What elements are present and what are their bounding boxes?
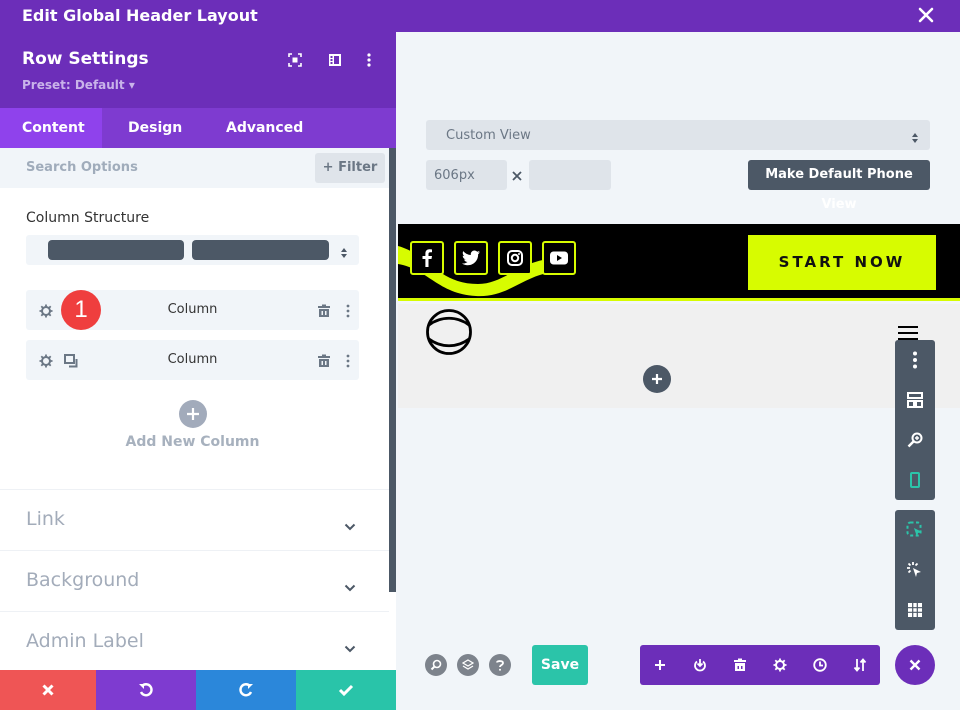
updown-arrows-icon	[340, 244, 348, 258]
cancel-button[interactable]	[0, 670, 96, 710]
view-mode-select[interactable]: Custom View	[426, 120, 930, 150]
plus-icon	[652, 374, 662, 384]
trash-icon[interactable]	[317, 353, 331, 367]
add-column-label[interactable]: Add New Column	[0, 434, 385, 450]
logo-icon	[426, 309, 472, 355]
trash-icon[interactable]	[317, 303, 331, 317]
make-default-phone-view-button[interactable]: Make Default Phone View	[748, 160, 930, 212]
view-mode-value: Custom View	[446, 128, 531, 143]
close-icon	[42, 684, 54, 696]
layers-icon	[462, 659, 474, 670]
site-header-preview[interactable]: START NOW	[398, 224, 960, 301]
panel-scrollbar[interactable]	[389, 148, 396, 592]
column-block	[192, 240, 329, 260]
more-vertical-icon[interactable]	[341, 353, 355, 368]
hamburger-menu-icon[interactable]	[898, 326, 918, 340]
section-label: Background	[26, 569, 140, 591]
help-icon	[496, 660, 504, 671]
phone-view-icon[interactable]	[895, 460, 935, 500]
chevron-down-icon	[344, 577, 356, 592]
search-button[interactable]	[425, 654, 447, 676]
section-background[interactable]: Background	[0, 550, 389, 611]
add-column-button[interactable]	[179, 400, 207, 428]
page-toolbar	[640, 645, 880, 685]
chevron-down-icon	[344, 638, 356, 653]
more-vertical-icon[interactable]	[341, 303, 355, 318]
sidebar-icon[interactable]	[327, 52, 343, 68]
more-vertical-icon[interactable]	[361, 52, 377, 68]
trash-icon[interactable]	[720, 645, 760, 685]
select-area-icon[interactable]	[895, 510, 935, 550]
facebook-icon[interactable]	[410, 241, 444, 275]
selection-toolbar	[895, 510, 935, 630]
chevron-down-icon	[344, 516, 356, 531]
redo-button[interactable]	[196, 670, 296, 710]
filter-button[interactable]: + Filter	[315, 153, 385, 183]
width-input[interactable]: 606px	[426, 160, 507, 190]
search-icon	[430, 659, 442, 671]
section-admin-label[interactable]: Admin Label	[0, 611, 389, 672]
click-mode-icon[interactable]	[895, 550, 935, 590]
youtube-icon[interactable]	[542, 241, 576, 275]
instagram-icon[interactable]	[498, 241, 532, 275]
window-titlebar: Edit Global Header Layout	[0, 0, 960, 32]
help-button[interactable]	[489, 654, 511, 676]
start-now-button[interactable]: START NOW	[748, 235, 936, 290]
window-title: Edit Global Header Layout	[22, 6, 258, 25]
twitter-icon[interactable]	[454, 241, 488, 275]
search-input[interactable]: Search Options	[26, 160, 138, 175]
height-input[interactable]	[529, 160, 611, 190]
preset-dropdown[interactable]: Preset: Default ▾	[22, 78, 135, 92]
panel-tabs: Content Design Advanced	[0, 108, 396, 148]
save-changes-button[interactable]	[296, 670, 396, 710]
column-label: Column	[167, 352, 218, 367]
close-icon	[909, 659, 921, 671]
expand-icon[interactable]	[287, 52, 303, 68]
wireframe-view-icon[interactable]	[895, 380, 935, 420]
section-link[interactable]: Link	[0, 489, 389, 550]
history-icon[interactable]	[800, 645, 840, 685]
section-label: Link	[26, 508, 65, 530]
panel-title: Row Settings	[22, 49, 149, 69]
exit-builder-button[interactable]	[895, 645, 935, 685]
panel-header: Row Settings Preset: Default ▾	[0, 32, 396, 108]
plus-icon	[187, 408, 199, 420]
column-block	[48, 240, 184, 260]
add-module-button[interactable]	[643, 365, 671, 393]
more-vertical-icon[interactable]	[895, 340, 935, 380]
column-item[interactable]: Column	[26, 340, 359, 380]
zoom-icon[interactable]	[895, 420, 935, 460]
layers-button[interactable]	[457, 654, 479, 676]
undo-button[interactable]	[96, 670, 196, 710]
step-badge: 1	[61, 290, 101, 330]
gear-icon[interactable]	[760, 645, 800, 685]
site-nav-row[interactable]	[398, 304, 960, 408]
check-icon	[338, 684, 354, 697]
redo-icon	[239, 683, 253, 697]
undo-icon	[139, 683, 153, 697]
panel-actions	[0, 670, 396, 710]
view-toolbar	[895, 340, 935, 500]
search-bar: Search Options + Filter	[0, 148, 390, 188]
tab-content[interactable]: Content	[0, 108, 102, 148]
updown-arrows-icon	[911, 129, 919, 143]
column-structure-label: Column Structure	[26, 210, 150, 226]
add-icon[interactable]	[640, 645, 680, 685]
settings-panel: Row Settings Preset: Default ▾ Content D…	[0, 32, 396, 710]
close-icon[interactable]	[916, 5, 936, 25]
column-structure-select[interactable]	[26, 235, 359, 265]
grid-icon[interactable]	[895, 590, 935, 630]
section-label: Admin Label	[26, 630, 144, 652]
portability-icon[interactable]	[680, 645, 720, 685]
save-button[interactable]: Save	[532, 645, 588, 685]
sort-icon[interactable]	[840, 645, 880, 685]
times-icon	[511, 167, 523, 181]
tab-design[interactable]: Design	[106, 108, 204, 148]
tab-advanced[interactable]: Advanced	[204, 108, 325, 148]
